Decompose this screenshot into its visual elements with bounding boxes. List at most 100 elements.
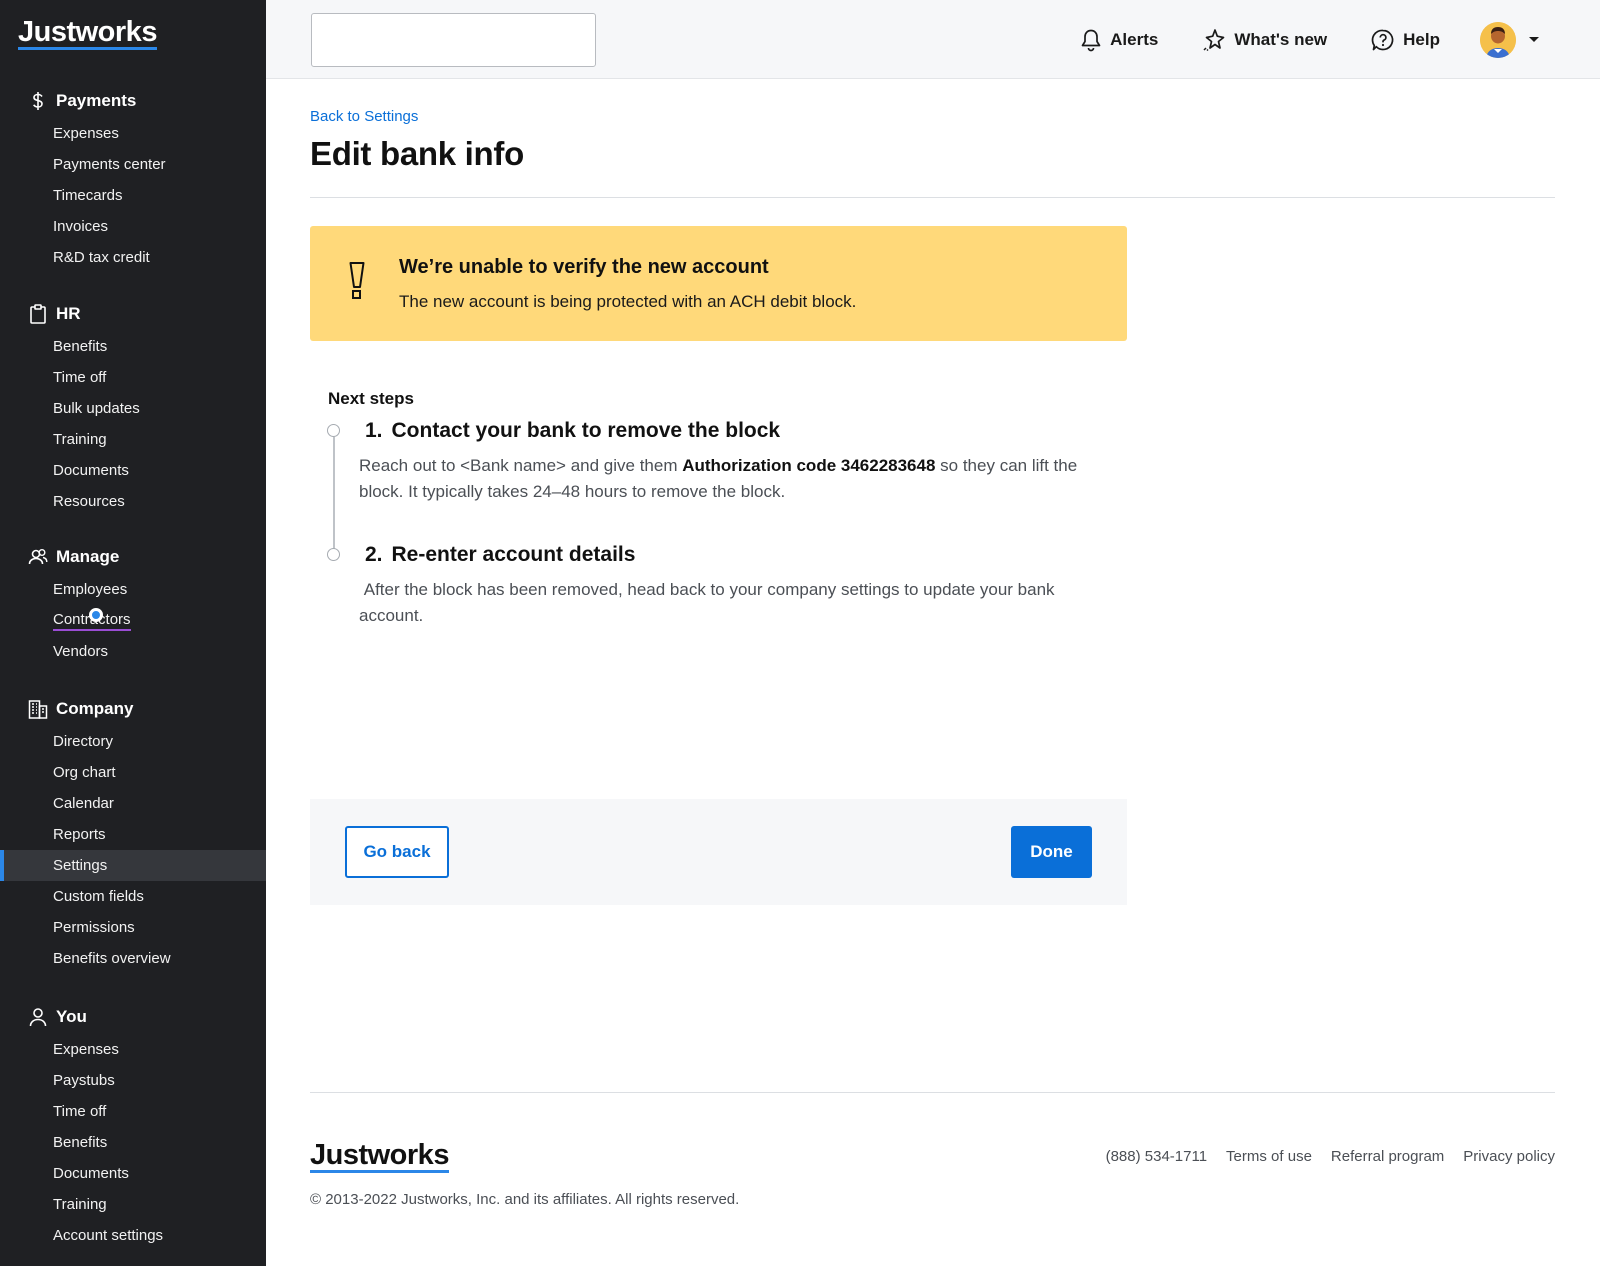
sidebar-item-label: Account settings bbox=[53, 1227, 164, 1244]
chevron-down-icon bbox=[1528, 31, 1540, 49]
sidebar-item-label: Resources bbox=[53, 493, 125, 510]
sidebar-item-label: Invoices bbox=[53, 218, 109, 235]
sidebar-item-hr-training[interactable]: Training bbox=[0, 424, 266, 455]
sidebar-heading-label: Manage bbox=[56, 547, 120, 566]
step-2-marker bbox=[327, 548, 340, 561]
alerts-button[interactable]: Alerts bbox=[1080, 28, 1158, 52]
footer-brand-logo: Justworks bbox=[310, 1139, 449, 1173]
sidebar-item-resources[interactable]: Resources bbox=[0, 486, 266, 517]
sidebar-item-label: Benefits bbox=[53, 338, 108, 355]
sidebar-item-employees[interactable]: Employees bbox=[0, 574, 266, 605]
sidebar-item-label: Benefits overview bbox=[53, 950, 171, 967]
sidebar-item-label: Bulk updates bbox=[53, 400, 140, 417]
brand-logo-link[interactable]: Justworks bbox=[18, 18, 157, 50]
search-input[interactable] bbox=[311, 13, 596, 67]
done-button[interactable]: Done bbox=[1011, 826, 1092, 878]
sidebar-item-you-time-off[interactable]: Time off bbox=[0, 1096, 266, 1127]
sidebar-item-hr-time-off[interactable]: Time off bbox=[0, 362, 266, 393]
sidebar-item-account-settings[interactable]: Account settings bbox=[0, 1220, 266, 1251]
warning-alert: We’re unable to verify the new account T… bbox=[310, 226, 1127, 341]
sidebar-heading-payments: Payments bbox=[0, 84, 266, 118]
sidebar-item-contractors[interactable]: Contractors bbox=[0, 605, 266, 636]
step-2-body: After the block has been removed, head b… bbox=[359, 580, 1060, 625]
go-back-button[interactable]: Go back bbox=[345, 826, 449, 878]
sidebar-item-you-benefits[interactable]: Benefits bbox=[0, 1127, 266, 1158]
sidebar-item-settings[interactable]: Settings bbox=[0, 850, 266, 881]
clipboard-icon bbox=[28, 304, 48, 324]
sidebar-item-payments-center[interactable]: Payments center bbox=[0, 149, 266, 180]
step-1-marker bbox=[327, 424, 340, 437]
sidebar-item-label: Payments center bbox=[53, 156, 166, 173]
footer-phone-link[interactable]: (888) 534-1711 bbox=[1106, 1148, 1207, 1165]
sidebar-item-label: Custom fields bbox=[53, 888, 144, 905]
sidebar-item-label: Expenses bbox=[53, 125, 119, 142]
sidebar-item-you-expenses[interactable]: Expenses bbox=[0, 1034, 266, 1065]
sidebar-section-manage: Manage Employees Contractors Vendors bbox=[0, 540, 266, 667]
footer-privacy-link[interactable]: Privacy policy bbox=[1463, 1148, 1555, 1165]
back-to-settings-link[interactable]: Back to Settings bbox=[310, 108, 418, 125]
sidebar-item-hr-benefits[interactable]: Benefits bbox=[0, 331, 266, 362]
divider bbox=[310, 197, 1555, 198]
sidebar-item-you-documents[interactable]: Documents bbox=[0, 1158, 266, 1189]
sidebar-item-label: Training bbox=[53, 431, 107, 448]
sidebar-item-reports[interactable]: Reports bbox=[0, 819, 266, 850]
sidebar-heading-label: Payments bbox=[56, 91, 137, 110]
sidebar-item-timecards[interactable]: Timecards bbox=[0, 180, 266, 211]
exclamation-icon bbox=[348, 261, 366, 304]
alert-body: The new account is being protected with … bbox=[399, 292, 857, 311]
dollar-icon bbox=[28, 91, 48, 111]
steps-timeline bbox=[333, 437, 335, 549]
sidebar-heading-you: You bbox=[0, 1000, 266, 1034]
footer-referral-link[interactable]: Referral program bbox=[1331, 1148, 1444, 1165]
sidebar-item-you-training[interactable]: Training bbox=[0, 1189, 266, 1220]
people-icon bbox=[28, 547, 48, 567]
sidebar-item-custom-fields[interactable]: Custom fields bbox=[0, 881, 266, 912]
sidebar-item-label: Documents bbox=[53, 1165, 129, 1182]
sidebar-heading-company: Company bbox=[0, 692, 266, 726]
sidebar-item-payments-expenses[interactable]: Expenses bbox=[0, 118, 266, 149]
sidebar-item-label: Paystubs bbox=[53, 1072, 115, 1089]
footer-divider bbox=[310, 1092, 1555, 1093]
sidebar-item-label: Directory bbox=[53, 733, 114, 750]
sidebar-item-label: Permissions bbox=[53, 919, 135, 936]
sidebar-item-directory[interactable]: Directory bbox=[0, 726, 266, 757]
footer-logo-link[interactable]: Justworks bbox=[310, 1139, 449, 1173]
sidebar-item-org-chart[interactable]: Org chart bbox=[0, 757, 266, 788]
sidebar-item-label: Training bbox=[53, 1196, 107, 1213]
sidebar-item-invoices[interactable]: Invoices bbox=[0, 211, 266, 242]
sidebar-heading-label: Company bbox=[56, 699, 134, 718]
help-icon bbox=[1371, 28, 1395, 52]
step-body-text: Reach out to <Bank name> and give them bbox=[359, 456, 683, 475]
sidebar-item-label: Employees bbox=[53, 581, 128, 598]
sidebar-item-label: Org chart bbox=[53, 764, 116, 781]
sidebar-item-rd-tax-credit[interactable]: R&D tax credit bbox=[0, 242, 266, 273]
help-button[interactable]: Help bbox=[1371, 28, 1440, 52]
authorization-code: Authorization code 3462283648 bbox=[682, 456, 936, 475]
whats-new-button[interactable]: What's new bbox=[1202, 28, 1327, 52]
account-menu[interactable] bbox=[1480, 22, 1540, 58]
sidebar-item-calendar[interactable]: Calendar bbox=[0, 788, 266, 819]
sidebar-section-payments: Payments Expenses Payments center Timeca… bbox=[0, 84, 266, 273]
building-icon bbox=[28, 699, 48, 719]
sidebar-item-label: Calendar bbox=[53, 795, 114, 812]
help-label: Help bbox=[1403, 30, 1440, 49]
avatar bbox=[1480, 22, 1516, 58]
sidebar-item-vendors[interactable]: Vendors bbox=[0, 636, 266, 667]
sidebar-item-benefits-overview[interactable]: Benefits overview bbox=[0, 943, 266, 974]
top-bar: Alerts What's new Help bbox=[266, 0, 1600, 79]
footer-terms-link[interactable]: Terms of use bbox=[1226, 1148, 1312, 1165]
step-number: 2. bbox=[365, 543, 383, 566]
sidebar-heading-label: You bbox=[56, 1007, 87, 1026]
next-steps-heading: Next steps bbox=[328, 389, 414, 408]
bell-icon bbox=[1080, 28, 1102, 52]
sidebar-item-label: Reports bbox=[53, 826, 106, 843]
sidebar-item-permissions[interactable]: Permissions bbox=[0, 912, 266, 943]
sidebar-item-bulk-updates[interactable]: Bulk updates bbox=[0, 393, 266, 424]
sidebar-item-hr-documents[interactable]: Documents bbox=[0, 455, 266, 486]
sidebar-item-label: R&D tax credit bbox=[53, 249, 150, 266]
step-number: 1. bbox=[365, 419, 383, 442]
sidebar-item-paystubs[interactable]: Paystubs bbox=[0, 1065, 266, 1096]
sidebar-item-label: Documents bbox=[53, 462, 129, 479]
sidebar-item-label: Expenses bbox=[53, 1041, 119, 1058]
page-title: Edit bank info bbox=[310, 135, 524, 172]
